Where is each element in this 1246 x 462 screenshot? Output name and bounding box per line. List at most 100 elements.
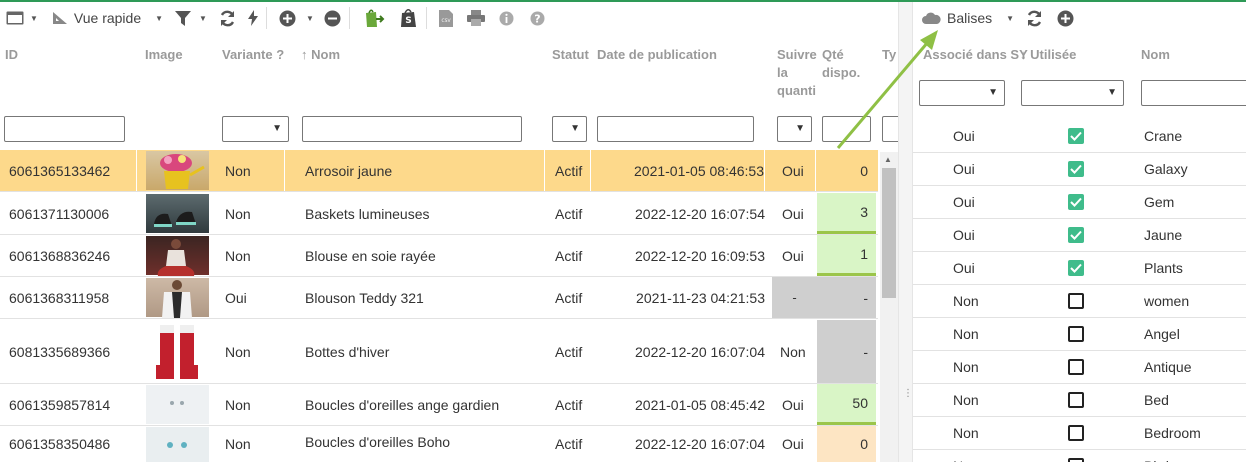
print-button[interactable] — [466, 4, 485, 32]
table-row[interactable]: 6061368836246 Non Blouse en soie rayée A… — [0, 235, 878, 277]
checkbox-checked[interactable] — [1068, 128, 1084, 144]
cell-name: Boucles d'oreilles Boho — [305, 434, 451, 450]
column-header-name[interactable]: ↑ Nom — [301, 46, 340, 64]
cell-id: 6061358350486 — [9, 436, 111, 452]
tag-used-cell — [1068, 219, 1084, 251]
tag-row[interactable]: Non Angel — [913, 318, 1246, 351]
tag-row[interactable]: Non Antique — [913, 351, 1246, 384]
tag-row[interactable]: Oui Jaune — [913, 219, 1246, 252]
filter-variant-select[interactable]: ▼ — [222, 116, 289, 142]
quick-action-button[interactable] — [247, 4, 258, 32]
tags-refresh-button[interactable] — [1026, 4, 1043, 32]
column-header-image[interactable]: Image — [145, 46, 183, 64]
tag-associated: Oui — [953, 128, 975, 144]
filter-tag-name-input[interactable] — [1141, 80, 1246, 106]
checkbox-checked[interactable] — [1068, 161, 1084, 177]
cell-follow: Oui — [782, 247, 804, 264]
tag-row[interactable]: Oui Galaxy — [913, 153, 1246, 186]
column-header-variant[interactable]: Variante ? — [222, 46, 284, 64]
table-row[interactable]: 6081335689366 Non Bottes d'hiver Actif 2… — [0, 320, 878, 384]
tag-used-cell — [1068, 351, 1084, 383]
tags-menu-button[interactable]: Balises ▼ — [921, 4, 1014, 32]
cell-status: Actif — [555, 247, 583, 264]
column-header-follow[interactable]: Suivre la quanti — [777, 46, 817, 100]
filter-date-input[interactable] — [597, 116, 754, 142]
quick-view-button[interactable]: Vue rapide ▼ — [52, 4, 163, 32]
csv-icon: CSV — [438, 9, 453, 27]
cell-name: Baskets lumineuses — [305, 205, 430, 222]
tag-row[interactable]: Oui Crane — [913, 120, 1246, 153]
help-button[interactable]: ? — [530, 4, 545, 32]
checkbox-unchecked[interactable] — [1068, 359, 1084, 375]
filter-used-select[interactable]: ▼ — [1021, 80, 1124, 106]
column-header-name-label: Nom — [311, 47, 341, 62]
tags-add-button[interactable] — [1057, 4, 1074, 32]
check-icon — [1070, 230, 1082, 240]
cell-status: Actif — [555, 436, 583, 452]
scroll-up-icon[interactable]: ▲ — [884, 155, 892, 164]
chevron-down-icon: ▼ — [988, 87, 998, 98]
tag-row[interactable]: Oui Gem — [913, 186, 1246, 219]
table-row[interactable]: 6061365133462 Non Arrosoir jaune Actif 2… — [0, 150, 878, 192]
filter-type-input[interactable] — [882, 116, 898, 142]
column-header-pub-date[interactable]: Date de publication — [597, 46, 717, 64]
csv-export-button[interactable]: CSV — [438, 4, 453, 32]
checkbox-unchecked[interactable] — [1068, 425, 1084, 441]
info-button[interactable] — [499, 4, 514, 32]
chevron-down-icon: ▼ — [305, 13, 314, 23]
filter-associated-select[interactable]: ▼ — [919, 80, 1005, 106]
table-row[interactable]: 6061371130006 Non Baskets lumineuses Act… — [0, 193, 878, 235]
sort-up-icon: ↑ — [301, 47, 308, 62]
remove-button[interactable] — [324, 4, 341, 32]
checkbox-checked[interactable] — [1068, 194, 1084, 210]
filter-qty-input[interactable] — [822, 116, 871, 142]
tag-row[interactable]: Non women — [913, 285, 1246, 318]
add-button[interactable]: ▼ — [279, 4, 314, 32]
scrollbar-thumb[interactable] — [882, 168, 896, 298]
checkbox-checked[interactable] — [1068, 260, 1084, 276]
tag-row[interactable]: Non Bed — [913, 384, 1246, 417]
cell-variant: Non — [225, 150, 285, 191]
column-header-associated[interactable]: Associé dans SY — [923, 46, 1028, 64]
column-header-status[interactable]: Statut — [552, 46, 589, 64]
table-row[interactable]: 6061368311958 Oui Blouson Teddy 321 Acti… — [0, 277, 878, 319]
tag-row[interactable]: Non Bedroom — [913, 417, 1246, 450]
header-line: la — [777, 65, 788, 80]
checkbox-unchecked[interactable] — [1068, 392, 1084, 408]
filter-button[interactable]: ▼ — [175, 4, 207, 32]
filter-follow-select[interactable]: ▼ — [777, 116, 812, 142]
checkbox-unchecked[interactable] — [1068, 326, 1084, 342]
tag-associated: Non — [953, 450, 979, 462]
filter-name-input[interactable] — [302, 116, 522, 142]
tag-name: Galaxy — [1144, 161, 1188, 177]
column-header-tag-name[interactable]: Nom — [1141, 46, 1170, 64]
tag-row[interactable]: Oui Plants — [913, 252, 1246, 285]
column-header-id[interactable]: ID — [5, 46, 18, 64]
table-row[interactable]: 6061359857814 Non Boucles d'oreilles ang… — [0, 384, 878, 426]
checkbox-unchecked[interactable] — [1068, 458, 1084, 462]
shopify-button[interactable]: S — [400, 4, 418, 32]
toolbar-separator — [265, 7, 267, 29]
column-header-qty[interactable]: Qté dispo. — [822, 46, 860, 82]
checkbox-unchecked[interactable] — [1068, 293, 1084, 309]
tag-row[interactable]: Non Bird — [913, 450, 1246, 462]
cell-follow: Non — [780, 343, 806, 360]
products-pane: ▼ Vue rapide ▼ ▼ ▼ S CSV ? ID Image Vari… — [0, 2, 898, 462]
help-icon: ? — [530, 11, 545, 26]
refresh-button[interactable] — [219, 4, 236, 32]
column-header-type[interactable]: Ty — [882, 46, 896, 64]
tag-used-cell — [1068, 120, 1084, 152]
tag-associated: Non — [953, 392, 979, 408]
table-row[interactable]: 6061358350486 Non Boucles d'oreilles Boh… — [0, 426, 878, 462]
table-menu-button[interactable]: ▼ — [6, 4, 38, 32]
column-header-used[interactable]: ↓ Utilisée — [1020, 46, 1076, 64]
checkbox-checked[interactable] — [1068, 227, 1084, 243]
product-thumbnail — [146, 385, 209, 424]
tag-name: Crane — [1144, 128, 1183, 144]
shopify-export-button[interactable] — [364, 4, 386, 32]
cell-qty: 1 — [817, 235, 876, 276]
cell-id: 6061365133462 — [9, 150, 137, 191]
tag-name: Bedroom — [1144, 425, 1201, 441]
filter-status-select[interactable]: ▼ — [552, 116, 587, 142]
filter-id-input[interactable] — [4, 116, 125, 142]
